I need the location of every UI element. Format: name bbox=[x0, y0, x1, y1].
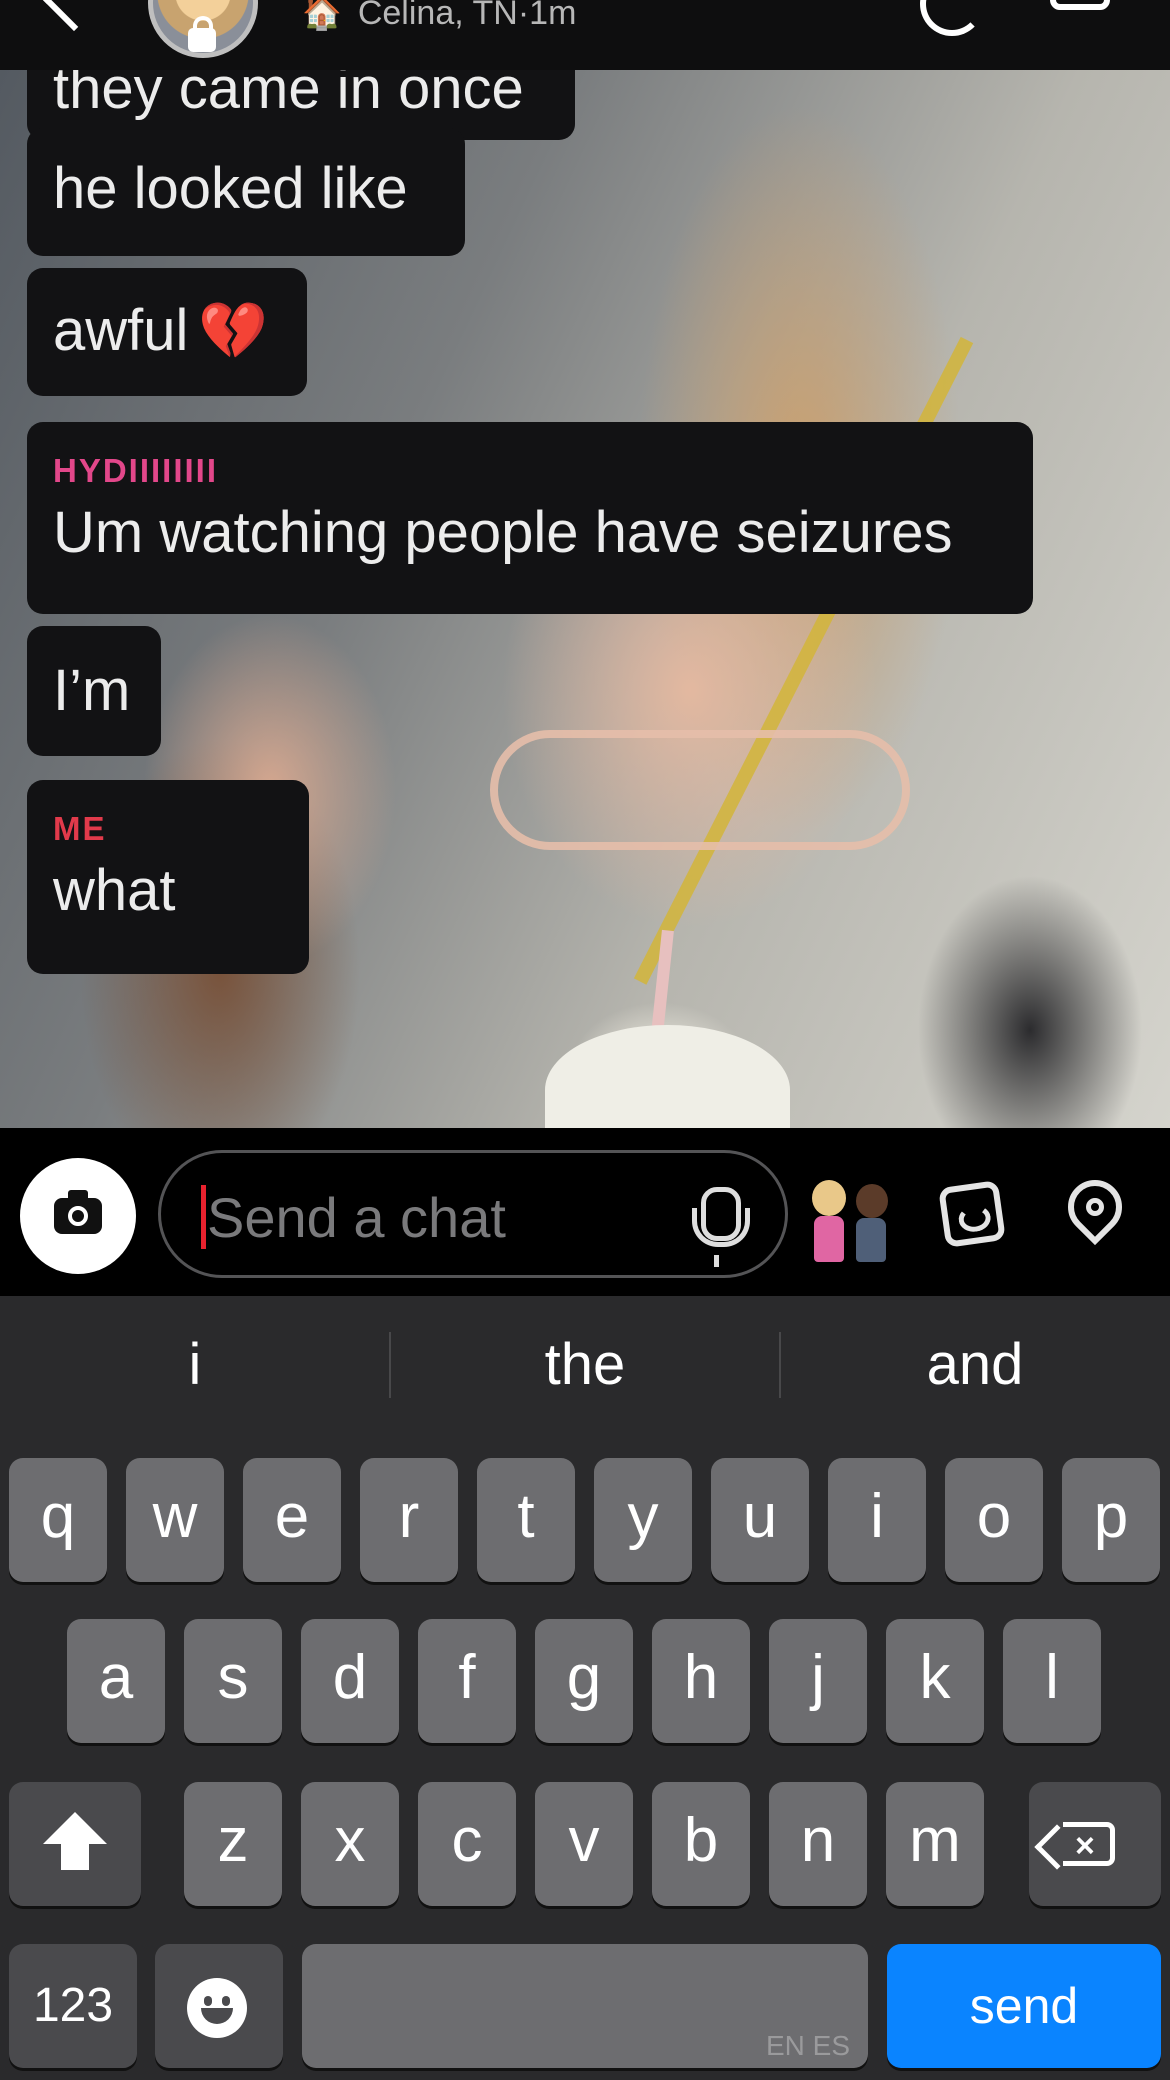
location-status[interactable]: 🏠 Celina, TN · 1m bbox=[302, 0, 576, 36]
camera-icon bbox=[54, 1190, 102, 1234]
message-bubble[interactable]: he looked like bbox=[27, 128, 465, 256]
key[interactable]: k bbox=[886, 1619, 984, 1743]
sticker-icon[interactable] bbox=[938, 1180, 1006, 1248]
text-caret bbox=[201, 1185, 206, 1249]
location-pin-icon[interactable] bbox=[1056, 1168, 1134, 1246]
key[interactable]: y bbox=[594, 1458, 692, 1582]
message-sender: ME bbox=[53, 810, 107, 847]
message-bubble[interactable]: I’m bbox=[27, 626, 161, 756]
suggestion-item[interactable]: and bbox=[780, 1322, 1170, 1408]
key[interactable]: t bbox=[477, 1458, 575, 1582]
bitmoji-head-1 bbox=[812, 1180, 846, 1216]
smiley-emoji-icon bbox=[187, 1978, 247, 2038]
key[interactable]: f bbox=[418, 1619, 516, 1743]
key[interactable]: x bbox=[301, 1782, 399, 1906]
location-text: Celina, TN bbox=[357, 0, 518, 32]
message-bubble[interactable]: ME what bbox=[27, 780, 309, 974]
backspace-icon: × bbox=[1063, 1822, 1115, 1866]
chat-header: 🏠 Celina, TN · 1m bbox=[0, 0, 1170, 70]
house-icon: 🏠 bbox=[302, 0, 342, 31]
key[interactable]: e bbox=[243, 1458, 341, 1582]
key[interactable]: s bbox=[184, 1619, 282, 1743]
key[interactable]: q bbox=[9, 1458, 107, 1582]
key[interactable]: r bbox=[360, 1458, 458, 1582]
message-bubble[interactable]: HYDIIIIIIII Um watching people have seiz… bbox=[27, 422, 1033, 614]
message-bubble[interactable]: awful 💔 bbox=[27, 268, 307, 396]
backspace-key[interactable]: × bbox=[1029, 1782, 1161, 1906]
bitmoji-body-1 bbox=[814, 1216, 844, 1262]
key[interactable]: d bbox=[301, 1619, 399, 1743]
chat-input[interactable] bbox=[207, 1179, 667, 1255]
keyboard: i the and q w e r t y u i o p a s d f g … bbox=[0, 1296, 1170, 2080]
message-text: he looked like bbox=[53, 156, 408, 221]
key[interactable]: v bbox=[535, 1782, 633, 1906]
message-text-content: awful bbox=[53, 298, 189, 363]
broken-heart-emoji: 💔 bbox=[198, 299, 269, 362]
key[interactable]: z bbox=[184, 1782, 282, 1906]
shift-key[interactable] bbox=[9, 1782, 141, 1906]
video-call-icon[interactable] bbox=[1050, 0, 1110, 10]
lock-icon bbox=[188, 16, 216, 52]
message-text: what bbox=[53, 858, 176, 923]
key[interactable]: l bbox=[1003, 1619, 1101, 1743]
emoji-key[interactable] bbox=[155, 1944, 283, 2068]
shift-arrow-icon bbox=[43, 1812, 107, 1870]
message-text: awful 💔 bbox=[53, 302, 281, 360]
key[interactable]: a bbox=[67, 1619, 165, 1743]
location-time: 1m bbox=[529, 0, 577, 32]
background-cup bbox=[545, 1025, 790, 1128]
message-sender: HYDIIIIIIII bbox=[53, 452, 219, 489]
message-text: Um watching people have seizures bbox=[53, 500, 953, 565]
key[interactable]: m bbox=[886, 1782, 984, 1906]
space-key[interactable]: EN ES bbox=[302, 1944, 868, 2068]
microphone-stand bbox=[714, 1255, 719, 1267]
send-key[interactable]: send bbox=[887, 1944, 1161, 2068]
bitmoji-icon[interactable] bbox=[806, 1180, 898, 1262]
key[interactable]: h bbox=[652, 1619, 750, 1743]
key[interactable]: n bbox=[769, 1782, 867, 1906]
keyboard-languages: EN ES bbox=[765, 2030, 850, 2061]
key[interactable]: i bbox=[828, 1458, 926, 1582]
key[interactable]: j bbox=[769, 1619, 867, 1743]
back-chevron-icon[interactable] bbox=[42, 0, 106, 32]
microphone-icon[interactable] bbox=[692, 1187, 750, 1247]
message-text: they came in once bbox=[53, 70, 524, 121]
bitmoji-body-2 bbox=[856, 1218, 886, 1262]
background-glasses bbox=[490, 730, 910, 850]
message-text: I’m bbox=[53, 658, 131, 723]
location-separator: · bbox=[517, 0, 530, 32]
key[interactable]: p bbox=[1062, 1458, 1160, 1582]
backspace-x-glyph: × bbox=[1075, 1827, 1095, 1865]
suggestion-bar: i the and bbox=[0, 1322, 1170, 1408]
suggestion-item[interactable]: i bbox=[0, 1322, 390, 1408]
phone-call-icon[interactable] bbox=[920, 0, 984, 36]
chat-input-container[interactable] bbox=[158, 1150, 788, 1278]
key[interactable]: o bbox=[945, 1458, 1043, 1582]
suggestion-item[interactable]: the bbox=[390, 1322, 780, 1408]
bitmoji-head-2 bbox=[856, 1184, 888, 1218]
key[interactable]: b bbox=[652, 1782, 750, 1906]
key[interactable]: w bbox=[126, 1458, 224, 1582]
chat-area: they came in once he looked like awful 💔 … bbox=[0, 70, 1170, 1128]
numbers-key[interactable]: 123 bbox=[9, 1944, 137, 2068]
key[interactable]: c bbox=[418, 1782, 516, 1906]
camera-button[interactable] bbox=[20, 1158, 136, 1274]
key[interactable]: u bbox=[711, 1458, 809, 1582]
key[interactable]: g bbox=[535, 1619, 633, 1743]
composer-bar bbox=[0, 1128, 1170, 1296]
